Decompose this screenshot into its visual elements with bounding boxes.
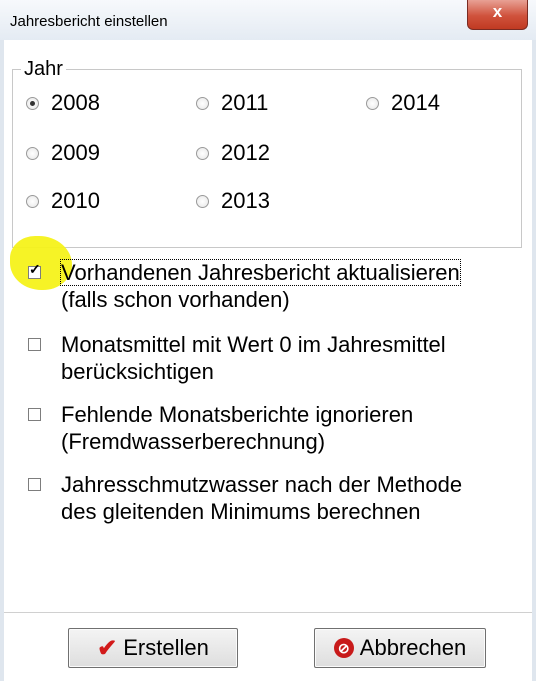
button-area-divider xyxy=(4,612,532,613)
radio-label: 2008 xyxy=(51,90,100,115)
radio-label: 2012 xyxy=(221,140,270,165)
radio-indicator[interactable] xyxy=(26,96,39,110)
radio-indicator[interactable] xyxy=(26,194,39,208)
checkbox-monthly-mean-zero[interactable]: Monatsmittel mit Wert 0 im Jahresmittel … xyxy=(28,331,446,385)
cancel-button[interactable]: ⊘ Abbrechen xyxy=(314,628,486,668)
checkbox-label: Fehlende Monatsberichte ignorieren (Frem… xyxy=(61,401,413,455)
checkbox-label-line1: Vorhandenen Jahresbericht aktualisieren xyxy=(60,259,461,286)
radio-indicator[interactable] xyxy=(26,146,39,160)
window-frame-right xyxy=(532,40,536,681)
checkbox-label-line2: berücksichtigen xyxy=(61,359,214,384)
radio-label: 2014 xyxy=(391,90,440,115)
radio-2011[interactable]: 2011 xyxy=(196,90,268,116)
radio-label: 2009 xyxy=(51,140,100,165)
dialog-window: Jahresbericht einstellen x Jahr 2008 201… xyxy=(0,0,536,681)
checkbox-ignore-missing-reports[interactable]: Fehlende Monatsberichte ignorieren (Frem… xyxy=(28,401,413,455)
checkbox-indicator[interactable] xyxy=(28,408,41,421)
radio-2014[interactable]: 2014 xyxy=(366,90,440,116)
close-button[interactable]: x xyxy=(467,0,528,30)
checkbox-label-line2: (falls schon vorhanden) xyxy=(61,287,290,312)
checkbox-label-line1: Fehlende Monatsberichte ignorieren xyxy=(61,402,414,427)
year-group-legend: Jahr xyxy=(24,58,63,80)
stop-icon: ⊘ xyxy=(333,638,354,658)
checkbox-label: Vorhandenen Jahresbericht aktualisieren … xyxy=(60,259,461,313)
radio-indicator[interactable] xyxy=(366,96,379,110)
checkbox-label-line1: Jahresschmutzwasser nach der Methode xyxy=(61,472,463,497)
radio-label: 2011 xyxy=(221,90,269,115)
checkbox-indicator[interactable] xyxy=(28,478,41,491)
radio-2012[interactable]: 2012 xyxy=(196,140,270,166)
radio-label: 2013 xyxy=(221,188,270,213)
radio-label: 2010 xyxy=(51,188,100,213)
checkbox-label: Jahresschmutzwasser nach der Methode des… xyxy=(61,471,462,525)
radio-2010[interactable]: 2010 xyxy=(26,188,100,214)
checkbox-label-line2: des gleitenden Minimums berechnen xyxy=(61,499,421,524)
checkbox-label-line2: (Fremdwasserberechnung) xyxy=(61,429,326,454)
checkbox-label: Monatsmittel mit Wert 0 im Jahresmittel … xyxy=(61,331,446,385)
cancel-button-label: Abbrechen xyxy=(359,635,467,660)
checkbox-sliding-minimum[interactable]: Jahresschmutzwasser nach der Methode des… xyxy=(28,471,462,525)
checkbox-indicator[interactable]: ✓ xyxy=(28,262,41,279)
radio-2008[interactable]: 2008 xyxy=(26,90,100,116)
create-button-label: Erstellen xyxy=(123,635,209,660)
radio-indicator[interactable] xyxy=(196,146,209,160)
title-bar[interactable]: Jahresbericht einstellen x xyxy=(0,0,536,40)
checkbox-label-line1: Monatsmittel mit Wert 0 im Jahresmittel xyxy=(61,332,446,357)
radio-2013[interactable]: 2013 xyxy=(196,188,270,214)
dialog-body: Jahr 2008 2011 2014 2009 2012 2010 2013 … xyxy=(4,40,532,681)
radio-indicator[interactable] xyxy=(196,96,209,110)
create-button[interactable]: ✔ Erstellen xyxy=(68,628,238,668)
radio-2009[interactable]: 2009 xyxy=(26,140,100,166)
checkmark-icon: ✓ xyxy=(29,261,41,277)
window-title: Jahresbericht einstellen xyxy=(10,13,168,30)
checkbox-indicator[interactable] xyxy=(28,338,41,351)
checkbox-update-existing-report[interactable]: ✓ Vorhandenen Jahresbericht aktualisiere… xyxy=(28,259,461,313)
close-icon: x xyxy=(492,2,503,21)
red-checkmark-icon: ✔ xyxy=(97,634,118,662)
radio-indicator[interactable] xyxy=(196,194,209,208)
